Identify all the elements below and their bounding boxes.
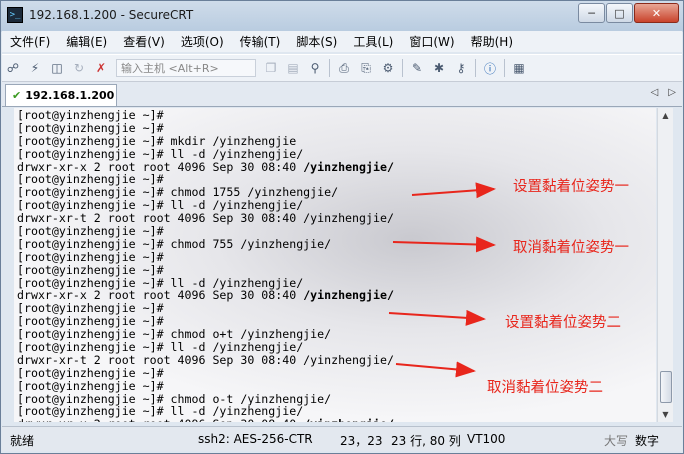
toolbar-separator xyxy=(504,59,505,77)
status-num-lock: 数字 xyxy=(635,434,660,448)
annotation-set-sticky-2: 设置黏着位姿势二 xyxy=(505,315,621,331)
disconnect-icon[interactable]: ✗ xyxy=(91,59,111,77)
menu-help[interactable]: 帮助(H) xyxy=(463,33,521,50)
quick-connect-icon[interactable]: ⚡ xyxy=(25,59,45,77)
tab-scroll-left-icon[interactable]: ◁ xyxy=(651,87,659,98)
toolbar: ☍ ⚡ ◫ ↻ ✗ 输入主机 <Alt+R> ❐ ▤ ⚲ ⎙ ⎘ ⚙ ✎ ✱ ⚷… xyxy=(2,54,682,82)
menu-options[interactable]: 选项(O) xyxy=(173,33,232,50)
toolbar-separator xyxy=(402,59,403,77)
status-terminal-size: 23 行, 80 列 xyxy=(391,434,461,448)
status-terminal-type: VT100 xyxy=(467,432,506,446)
status-bar: 就绪 ssh2: AES-256-CTR 23，23 23 行, 80 列 VT… xyxy=(2,426,682,451)
menu-window[interactable]: 窗口(W) xyxy=(401,33,462,50)
annotation-arrow-1 xyxy=(411,182,496,199)
menu-edit[interactable]: 编辑(E) xyxy=(58,33,115,50)
securecrt-window: >_ 192.168.1.200 - SecureCRT ─ □ ✕ 文件(F)… xyxy=(0,0,684,454)
status-caps-lock: 大写 xyxy=(604,434,629,448)
scroll-down-icon[interactable]: ▼ xyxy=(658,407,673,422)
quick-connect-input[interactable]: 输入主机 <Alt+R> xyxy=(116,59,256,77)
annotation-unset-sticky-1: 取消黏着位姿势一 xyxy=(513,240,629,256)
copy-icon[interactable]: ❐ xyxy=(261,59,281,77)
print-screen-icon[interactable]: ⎘ xyxy=(356,59,376,77)
tab-scroll-right-icon[interactable]: ▷ xyxy=(668,87,676,98)
annotation-arrow-3 xyxy=(388,309,486,326)
status-cursor-position: 23，23 xyxy=(340,434,383,448)
connect-icon[interactable]: ☍ xyxy=(3,59,23,77)
annotation-arrow-4 xyxy=(395,361,476,378)
session-tab-label: 192.168.1.200 xyxy=(25,89,115,102)
global-options-icon[interactable]: ✱ xyxy=(429,59,449,77)
minimize-button[interactable]: ─ xyxy=(578,3,605,23)
securecrt-app-icon: >_ xyxy=(7,7,23,23)
connected-check-icon: ✔ xyxy=(12,89,22,102)
annotation-arrow-2 xyxy=(392,236,496,253)
help-icon[interactable]: ⓘ xyxy=(480,59,500,77)
session-options-icon[interactable]: ✎ xyxy=(407,59,427,77)
terminal-area[interactable]: [root@yinzhengjie ~]# [root@yinzhengjie ~… xyxy=(14,108,656,422)
scrollbar-thumb[interactable] xyxy=(660,371,672,403)
annotation-arrows xyxy=(388,182,496,378)
session-tab[interactable]: ✔ 192.168.1.200 xyxy=(5,84,117,106)
annotation-unset-sticky-2: 取消黏着位姿势二 xyxy=(487,380,603,396)
reconnect-icon[interactable]: ↻ xyxy=(69,59,89,77)
annotation-set-sticky-1: 设置黏着位姿势一 xyxy=(513,179,629,195)
connect-in-tab-icon[interactable]: ◫ xyxy=(47,59,67,77)
maximize-button[interactable]: □ xyxy=(606,3,633,23)
print-icon[interactable]: ⎙ xyxy=(334,59,354,77)
toolbar-separator xyxy=(475,59,476,77)
status-cipher: ssh2: AES-256-CTR xyxy=(198,432,313,446)
sftp-icon[interactable]: ▦ xyxy=(509,59,529,77)
close-button[interactable]: ✕ xyxy=(634,3,679,23)
paste-icon[interactable]: ▤ xyxy=(283,59,303,77)
menu-file[interactable]: 文件(F) xyxy=(2,33,58,50)
menu-transfer[interactable]: 传输(T) xyxy=(232,33,289,50)
menu-view[interactable]: 查看(V) xyxy=(115,33,173,50)
scroll-up-icon[interactable]: ▲ xyxy=(658,108,673,123)
session-tab-bar: ✔ 192.168.1.200 ◁ ▷ xyxy=(2,82,682,107)
status-ready: 就绪 xyxy=(10,434,35,448)
find-icon[interactable]: ⚲ xyxy=(305,59,325,77)
title-bar[interactable]: >_ 192.168.1.200 - SecureCRT ─ □ ✕ xyxy=(1,1,683,29)
toolbar-separator xyxy=(329,59,330,77)
menu-bar: 文件(F) 编辑(E) 查看(V) 选项(O) 传输(T) 脚本(S) 工具(L… xyxy=(2,31,682,52)
terminal-scrollbar[interactable]: ▲ ▼ xyxy=(657,108,673,422)
menu-tools[interactable]: 工具(L) xyxy=(345,33,401,50)
key-icon[interactable]: ⚷ xyxy=(451,59,471,77)
print-setup-icon[interactable]: ⚙ xyxy=(378,59,398,77)
window-title: 192.168.1.200 - SecureCRT xyxy=(29,8,194,22)
menu-script[interactable]: 脚本(S) xyxy=(288,33,345,50)
